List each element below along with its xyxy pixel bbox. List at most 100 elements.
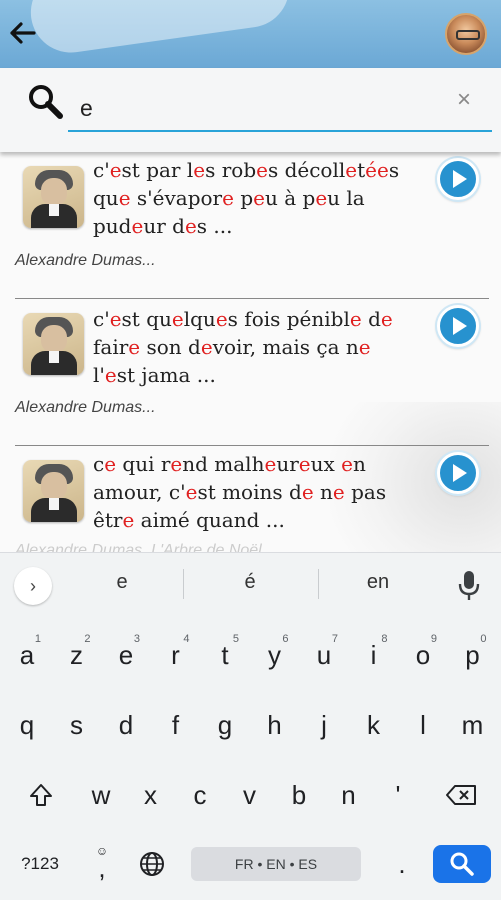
key-w[interactable]: w (77, 767, 125, 823)
match-highlight: é (365, 158, 377, 182)
quote-fragment: s'évapor (130, 186, 223, 210)
key-k[interactable]: k (350, 697, 398, 753)
quote-fragment: c' (93, 158, 110, 182)
key-label: d (118, 709, 134, 740)
match-highlight: e (118, 186, 131, 210)
key-b[interactable]: b (275, 767, 323, 823)
quote-fragment: st qu (121, 307, 172, 331)
match-highlight: e (104, 363, 117, 387)
key-label: u (316, 639, 332, 670)
backspace-key[interactable] (436, 767, 486, 823)
search-icon (450, 852, 474, 876)
key-label: q (19, 709, 35, 740)
play-button[interactable] (437, 452, 479, 494)
back-button[interactable] (6, 16, 40, 50)
key-f[interactable]: f (152, 697, 200, 753)
key-n[interactable]: n (325, 767, 373, 823)
match-highlight: e (301, 480, 314, 504)
key-i[interactable]: i8 (350, 627, 398, 683)
match-highlight: e (345, 158, 358, 182)
key-c[interactable]: c (176, 767, 224, 823)
quote-fragment: ux (310, 452, 342, 476)
key-'[interactable]: ' (374, 767, 422, 823)
search-enter-key[interactable] (433, 845, 491, 883)
author-portrait (23, 313, 84, 375)
match-highlight: e (264, 452, 277, 476)
key-e[interactable]: e3 (102, 627, 150, 683)
key-t[interactable]: t5 (201, 627, 249, 683)
emoji-icon: ☺ (95, 844, 109, 858)
suggestion[interactable]: é (205, 571, 295, 594)
quote-fragment: ur d (143, 214, 185, 238)
play-button[interactable] (437, 158, 479, 200)
key-m[interactable]: m (449, 697, 497, 753)
symbols-key[interactable]: ?123 (12, 836, 68, 892)
quote-author: Alexandre Dumas... (15, 252, 156, 269)
match-highlight: e (131, 214, 144, 238)
key-v[interactable]: v (226, 767, 274, 823)
key-o[interactable]: o9 (399, 627, 447, 683)
space-key[interactable]: FR • EN • ES (191, 847, 361, 881)
key-z[interactable]: z2 (53, 627, 101, 683)
list-item[interactable]: c'est quelques fois pénible de faire son … (0, 299, 501, 445)
key-label: v (243, 779, 256, 810)
key-q[interactable]: q (3, 697, 51, 753)
quote-fragment: s décoll (267, 158, 346, 182)
play-icon (453, 464, 467, 482)
key-x[interactable]: x (127, 767, 175, 823)
match-highlight: e (215, 307, 228, 331)
key-label: f (171, 709, 180, 740)
search-input[interactable] (68, 86, 492, 132)
key-label: z (70, 639, 83, 670)
list-item[interactable]: c'est par les robes décolletées que s'éva… (0, 152, 501, 298)
quote-fragment: u la (327, 186, 365, 210)
match-highlight: e (170, 452, 183, 476)
play-icon (453, 317, 467, 335)
key-label: k (367, 709, 380, 740)
key-label: h (267, 709, 282, 740)
suggestion[interactable]: en (333, 571, 423, 594)
key-g[interactable]: g (201, 697, 249, 753)
key-l[interactable]: l (399, 697, 447, 753)
key-h[interactable]: h (251, 697, 299, 753)
comma-emoji-key[interactable]: ☺ , (82, 836, 122, 892)
search-bar: × (0, 68, 501, 152)
magnifier-icon (29, 85, 63, 119)
key-s[interactable]: s (53, 697, 101, 753)
quote-fragment: qui r (116, 452, 171, 476)
profile-avatar[interactable] (445, 13, 487, 55)
shift-icon (30, 784, 52, 806)
key-label: c (193, 779, 207, 810)
shift-key[interactable] (18, 767, 64, 823)
clear-search-button[interactable]: × (450, 86, 478, 114)
key-y[interactable]: y6 (251, 627, 299, 683)
key-r[interactable]: r4 (152, 627, 200, 683)
divider (183, 569, 184, 599)
language-key[interactable] (134, 836, 170, 892)
key-d[interactable]: d (102, 697, 150, 753)
mic-icon[interactable] (456, 569, 482, 603)
match-highlight: e (253, 186, 265, 210)
quote-fragment: fair (93, 335, 129, 359)
quote-author: Alexandre Dumas, L'Arbre de Noël (15, 542, 262, 552)
match-highlight: e (185, 480, 198, 504)
key-a[interactable]: a1 (3, 627, 51, 683)
key-label: b (291, 779, 307, 810)
key-label: s (70, 709, 83, 740)
list-item[interactable]: ce qui rend malheureux en amour, c'est mo… (0, 446, 501, 552)
play-button[interactable] (437, 305, 479, 347)
quote-fragment: st jama ... (116, 363, 216, 387)
key-hint: 8 (381, 633, 388, 645)
key-u[interactable]: u7 (300, 627, 348, 683)
match-highlight: e (109, 158, 122, 182)
match-highlight: e (193, 158, 206, 182)
match-highlight: e (222, 186, 234, 210)
period-key[interactable]: . (384, 836, 420, 892)
suggestion[interactable]: e (77, 571, 167, 594)
match-highlight: e (377, 158, 389, 182)
key-p[interactable]: p0 (449, 627, 497, 683)
key-j[interactable]: j (300, 697, 348, 753)
quote-fragment: êtr (93, 508, 123, 532)
chevron-right-icon[interactable]: › (14, 567, 52, 605)
quote-fragment: st par l (121, 158, 194, 182)
